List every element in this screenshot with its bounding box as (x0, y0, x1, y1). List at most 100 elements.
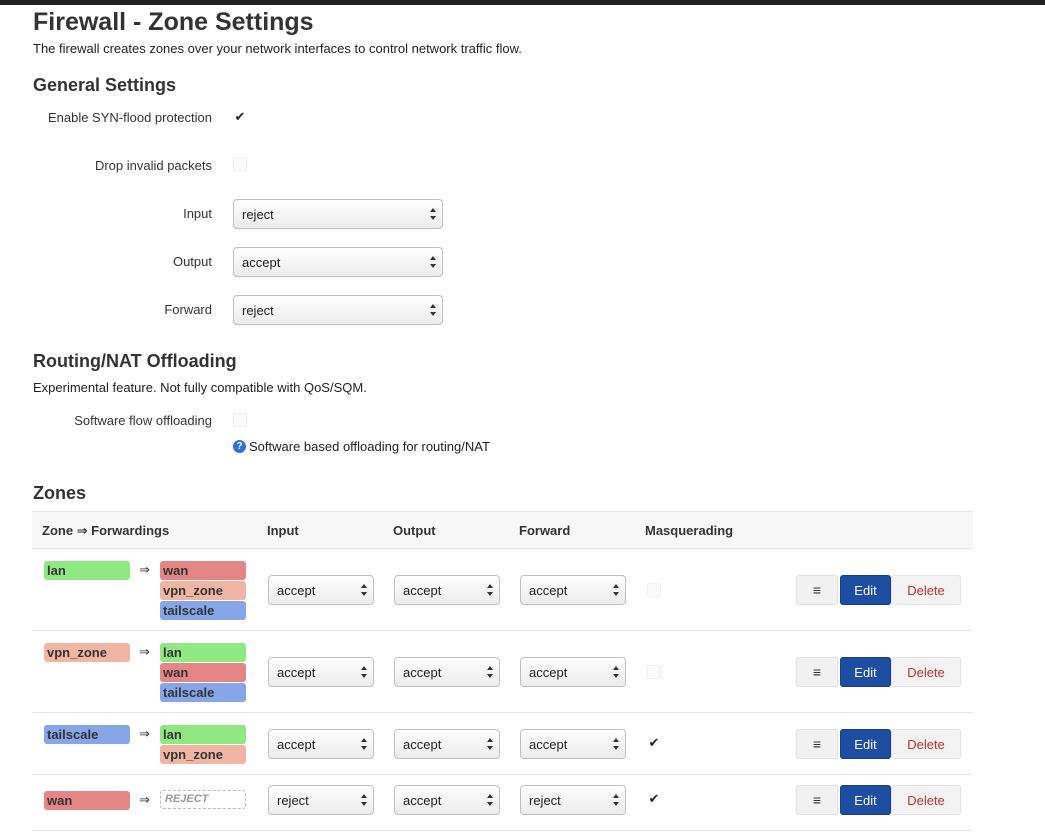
select-arrows-icon (487, 794, 493, 806)
drop-invalid-checkbox[interactable] (233, 158, 247, 172)
zone-input-select[interactable]: accept (268, 657, 374, 687)
column-forward: Forward (519, 523, 571, 538)
zone-forward-value: reject (529, 792, 561, 808)
zone-input-value: reject (277, 792, 309, 808)
masquerading-checkbox[interactable]: ✔ (647, 735, 661, 750)
select-arrows-icon (430, 208, 436, 220)
zone-output-value: accept (403, 582, 442, 598)
delete-button[interactable]: Delete (891, 785, 961, 815)
zone-forward-value: accept (529, 664, 568, 680)
select-arrows-icon (430, 304, 436, 316)
forward-badge: lan (160, 725, 246, 744)
forward-placeholder-badge: REJECT (160, 790, 246, 809)
forward-badge: lan (160, 643, 246, 662)
zones-table: Zone ⇒ Forwardings Input Output Forward … (32, 511, 973, 831)
zone-badge: vpn_zone (44, 643, 130, 662)
output-policy-select[interactable]: accept (233, 247, 443, 277)
forward-badge: tailscale (160, 601, 246, 620)
zone-output-select[interactable]: accept (394, 785, 500, 815)
select-arrows-icon (487, 666, 493, 678)
zone-output-select[interactable]: accept (394, 729, 500, 759)
zone-output-select[interactable]: accept (394, 657, 500, 687)
forward-policy-value: reject (242, 302, 274, 318)
forward-arrow: ⇒ (139, 726, 150, 741)
forward-policy-select[interactable]: reject (233, 295, 443, 325)
zone-input-value: accept (277, 736, 316, 752)
column-output: Output (393, 523, 436, 538)
zone-badge: wan (44, 791, 130, 810)
zone-forward-select[interactable]: accept (520, 729, 626, 759)
edit-button[interactable]: Edit (840, 785, 891, 815)
forward-badge: tailscale (160, 683, 246, 702)
masquerading-checkbox[interactable] (647, 583, 661, 597)
zone-output-value: accept (403, 792, 442, 808)
zone-badge: lan (44, 561, 130, 580)
delete-button[interactable]: Delete (891, 729, 961, 759)
masquerading-checkbox[interactable] (647, 665, 661, 679)
select-arrows-icon (361, 738, 367, 750)
zone-badge: tailscale (44, 725, 130, 744)
zone-row-lan: lan ⇒ wan vpn_zone tailscale accept acce… (32, 549, 973, 631)
software-flow-hint: ? Software based offloading for routing/… (233, 439, 490, 454)
top-bar (0, 0, 1045, 5)
syn-flood-checkbox[interactable]: ✔ (233, 109, 247, 124)
delete-button[interactable]: Delete (891, 657, 961, 687)
forward-arrow: ⇒ (139, 562, 150, 577)
zone-forward-select[interactable]: reject (520, 785, 626, 815)
row-actions: ≡ Edit Delete (796, 657, 961, 687)
masquerading-checkbox[interactable]: ✔ (647, 791, 661, 806)
zone-row-vpn-zone: vpn_zone ⇒ lan wan tailscale accept acce… (32, 631, 973, 713)
zone-output-value: accept (403, 736, 442, 752)
select-arrows-icon (613, 666, 619, 678)
zone-output-select[interactable]: accept (394, 575, 500, 605)
zones-title: Zones (33, 483, 87, 503)
software-flow-checkbox[interactable] (233, 413, 247, 427)
offloading-title: Routing/NAT Offloading (33, 351, 237, 371)
column-input: Input (267, 523, 299, 538)
select-arrows-icon (361, 584, 367, 596)
input-policy-label: Input (183, 206, 212, 221)
edit-button[interactable]: Edit (840, 729, 891, 759)
page-title: Firewall - Zone Settings (33, 8, 314, 36)
general-settings-title: General Settings (33, 75, 177, 95)
column-zone: Zone ⇒ Forwardings (42, 523, 170, 538)
forward-policy-label: Forward (164, 302, 212, 317)
select-arrows-icon (613, 794, 619, 806)
software-flow-label: Software flow offloading (74, 413, 212, 428)
drag-handle-button[interactable]: ≡ (796, 785, 838, 815)
zone-input-select[interactable]: accept (268, 729, 374, 759)
select-arrows-icon (487, 738, 493, 750)
row-actions: ≡ Edit Delete (796, 785, 961, 815)
output-policy-value: accept (242, 254, 281, 270)
zone-row-wan: wan ⇒ REJECT reject accept reject ✔ ≡ Ed… (32, 775, 973, 831)
input-policy-value: reject (242, 206, 274, 222)
select-arrows-icon (361, 794, 367, 806)
forward-badge: wan (160, 663, 246, 682)
drop-invalid-label: Drop invalid packets (94, 158, 212, 173)
zone-input-select[interactable]: reject (268, 785, 374, 815)
select-arrows-icon (487, 584, 493, 596)
software-flow-hint-text: Software based offloading for routing/NA… (249, 439, 490, 454)
edit-button[interactable]: Edit (840, 657, 891, 687)
forward-arrow: ⇒ (139, 792, 150, 807)
page-description: The firewall creates zones over your net… (33, 41, 522, 56)
drag-handle-button[interactable]: ≡ (796, 575, 838, 605)
edit-button[interactable]: Edit (840, 575, 891, 605)
row-actions: ≡ Edit Delete (796, 729, 961, 759)
zone-forward-select[interactable]: accept (520, 575, 626, 605)
offloading-description: Experimental feature. Not fully compatib… (33, 380, 367, 395)
zone-row-tailscale: tailscale ⇒ lan vpn_zone accept accept a… (32, 713, 973, 775)
zone-forward-value: accept (529, 582, 568, 598)
zone-output-value: accept (403, 664, 442, 680)
zone-forward-value: accept (529, 736, 568, 752)
input-policy-select[interactable]: reject (233, 199, 443, 229)
zone-forward-select[interactable]: accept (520, 657, 626, 687)
output-policy-label: Output (172, 254, 212, 269)
zone-input-select[interactable]: accept (268, 575, 374, 605)
delete-button[interactable]: Delete (891, 575, 961, 605)
drag-handle-button[interactable]: ≡ (796, 657, 838, 687)
drag-handle-button[interactable]: ≡ (796, 729, 838, 759)
select-arrows-icon (613, 738, 619, 750)
forward-badge: vpn_zone (160, 581, 246, 600)
select-arrows-icon (430, 256, 436, 268)
